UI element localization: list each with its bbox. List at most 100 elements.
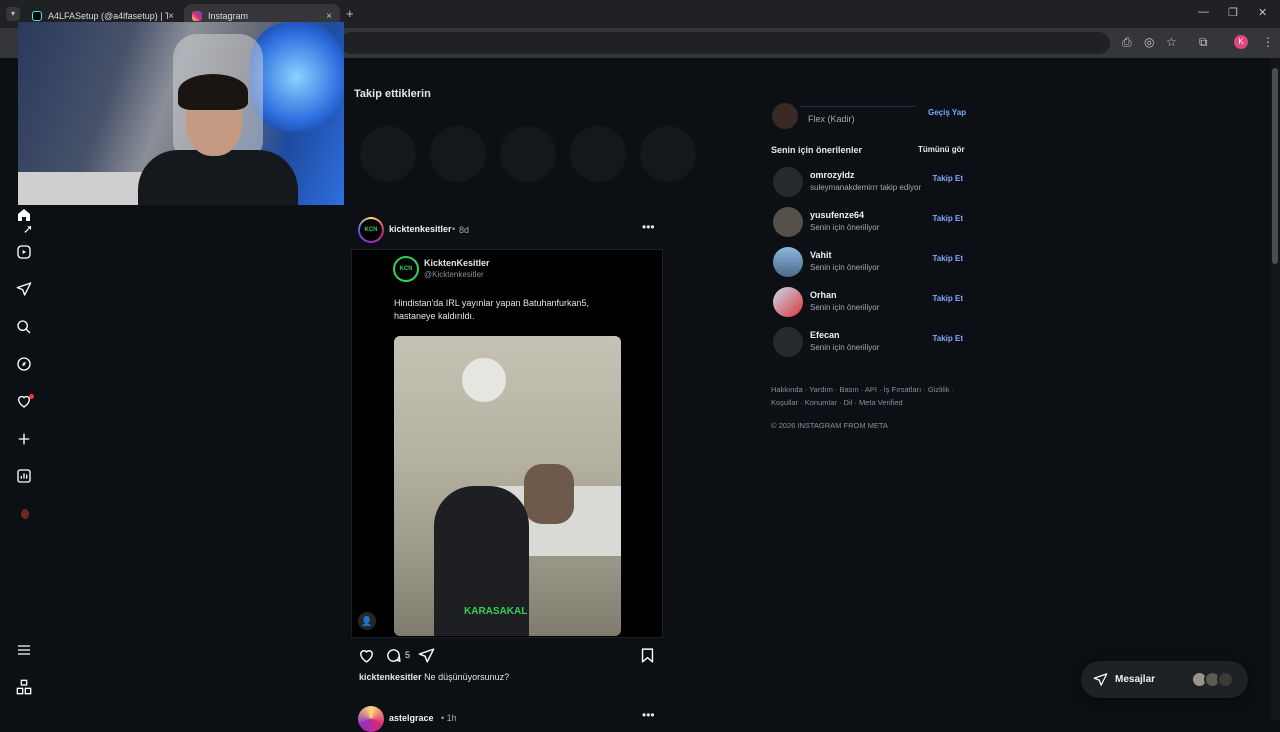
suggestion-avatar[interactable] — [773, 287, 803, 317]
share-send-icon[interactable] — [418, 647, 435, 669]
comment-icon[interactable] — [385, 647, 402, 669]
like-heart-icon[interactable] — [358, 647, 375, 669]
footer-links[interactable]: Hakkında · Yardım · Basın · API · İş Fır… — [771, 383, 961, 409]
story-placeholder[interactable] — [360, 126, 416, 182]
close-icon[interactable]: × — [326, 11, 332, 22]
story-placeholder[interactable] — [430, 126, 486, 182]
suggestion-username[interactable]: Efecan — [810, 330, 840, 340]
my-display-name: Flex (Kadir) — [808, 114, 855, 124]
tweet-photo: KARASAKAL — [394, 336, 621, 636]
watermark: KARASAKAL — [464, 606, 528, 617]
tiktok-icon — [32, 11, 42, 21]
wall-fan — [462, 358, 506, 402]
plus-icon[interactable] — [14, 429, 34, 449]
tweet-avatar: KCN — [393, 256, 419, 282]
more-options-icon[interactable]: ••• — [642, 220, 655, 234]
suggestion-item: omrozyldz suleymanakdemirrr takip ediyor… — [773, 167, 963, 197]
see-all-link[interactable]: Tümünü gör — [918, 145, 965, 154]
suggestion-reason: Senin için öneriliyor — [810, 223, 880, 232]
restore-button[interactable]: ❐ — [1228, 6, 1238, 19]
chart-icon[interactable] — [14, 466, 34, 486]
copyright: © 2026 INSTAGRAM FROM META — [771, 421, 888, 430]
suggestion-item: yusufenze64 Senin için öneriliyor Takip … — [773, 207, 963, 237]
address-bar[interactable] — [340, 32, 1110, 54]
tweet-text: Hindistan'da IRL yayınlar yapan Batuhanf… — [394, 298, 590, 321]
suggestion-username[interactable]: Orhan — [810, 290, 837, 300]
suggestion-reason: Senin için öneriliyor — [810, 303, 880, 312]
eye-off-icon[interactable]: ◎ — [1144, 35, 1154, 49]
message-avatars — [1191, 671, 1241, 689]
menu-icon[interactable] — [14, 640, 34, 660]
tweet-author-name: KicktenKesitler — [424, 258, 490, 268]
minimize-button[interactable]: — — [1198, 6, 1209, 18]
post-avatar[interactable]: KCN — [358, 217, 384, 243]
divider — [800, 106, 916, 107]
caption-username[interactable]: kicktenkesitler — [359, 672, 422, 682]
suggestion-item: Vahit Senin için öneriliyor Takip Et — [773, 247, 963, 277]
close-icon[interactable]: × — [168, 11, 174, 22]
post-timestamp[interactable]: 8d — [459, 225, 469, 235]
story-placeholder[interactable] — [640, 126, 696, 182]
suggestion-username[interactable]: omrozyldz — [810, 170, 855, 180]
suggestion-avatar[interactable] — [773, 327, 803, 357]
next-post-avatar[interactable] — [358, 706, 384, 732]
follow-button[interactable]: Takip Et — [932, 214, 963, 223]
next-post-timestamp: • 1h — [441, 713, 457, 723]
suggestion-username[interactable]: Vahit — [810, 250, 832, 260]
close-window-button[interactable]: ✕ — [1258, 6, 1267, 19]
bookmark-icon[interactable] — [639, 647, 656, 669]
suggestions-title: Senin için önerilenler — [771, 145, 863, 155]
compass-icon[interactable] — [14, 354, 34, 374]
follow-button[interactable]: Takip Et — [932, 294, 963, 303]
my-avatar[interactable] — [772, 103, 798, 129]
avatar — [1217, 671, 1234, 688]
follow-button[interactable]: Takip Et — [932, 334, 963, 343]
reels-icon[interactable] — [14, 242, 34, 262]
suggestion-avatar[interactable] — [773, 207, 803, 237]
suggestion-item: Efecan Senin için öneriliyor Takip Et — [773, 327, 963, 357]
suggestion-avatar[interactable] — [773, 247, 803, 277]
scrollbar-thumb[interactable] — [1272, 68, 1278, 264]
messages-button[interactable]: Mesajlar — [1081, 661, 1248, 698]
avatar[interactable] — [21, 509, 29, 519]
user-tag-icon[interactable]: 👤 — [358, 612, 376, 630]
suggestion-username[interactable]: yusufenze64 — [810, 210, 864, 220]
story-placeholder[interactable] — [500, 126, 556, 182]
patient — [524, 464, 574, 524]
follow-button[interactable]: Takip Et — [932, 174, 963, 183]
suggestion-reason: Senin için öneriliyor — [810, 263, 880, 272]
profile-avatar[interactable]: K — [1234, 35, 1248, 49]
bookmark-star-icon[interactable]: ☆ — [1166, 35, 1177, 49]
streamer-hair — [178, 74, 248, 110]
tab-list-button[interactable]: ▾ — [6, 7, 20, 21]
notification-dot — [29, 394, 34, 399]
new-tab-button[interactable]: + — [346, 6, 354, 21]
instagram-icon — [192, 11, 202, 21]
stories-title: Takip ettiklerin — [354, 88, 431, 100]
suggestion-avatar[interactable] — [773, 167, 803, 197]
tab-label: Instagram — [208, 11, 249, 21]
suggestion-reason: Senin için öneriliyor — [810, 343, 880, 352]
messages-label: Mesajlar — [1115, 674, 1156, 685]
webcam-overlay — [18, 22, 344, 205]
browser-menu-icon[interactable]: ⋮ — [1262, 35, 1274, 49]
send-icon[interactable] — [14, 279, 34, 299]
follow-button[interactable]: Takip Et — [932, 254, 963, 263]
separator-dot: • — [452, 224, 456, 234]
streamer-body — [138, 150, 298, 205]
tweet-author-handle: @Kicktenkesitler — [424, 270, 484, 279]
post-username[interactable]: kicktenkesitler — [389, 224, 452, 234]
switch-account-link[interactable]: Geçiş Yap — [928, 108, 966, 117]
post-caption: kicktenkesitler Ne düşünüyorsunuz? — [359, 672, 509, 682]
suggestion-reason: suleymanakdemirrr takip ediyor — [810, 183, 922, 192]
search-icon[interactable] — [14, 317, 34, 337]
next-post-username[interactable]: astelgrace — [389, 713, 434, 723]
avatar-text: KCN — [360, 219, 382, 241]
extensions-icon[interactable]: ⧉ — [1199, 35, 1208, 50]
apps-icon[interactable] — [14, 677, 34, 697]
install-app-icon[interactable]: ⎙ — [1122, 35, 1132, 50]
comment-count: 5 — [405, 650, 411, 660]
tab-label: A4LFASetup (@a4lfasetup) | Tik — [48, 11, 169, 21]
caption-text: Ne düşünüyorsunuz? — [424, 672, 510, 682]
story-placeholder[interactable] — [570, 126, 626, 182]
